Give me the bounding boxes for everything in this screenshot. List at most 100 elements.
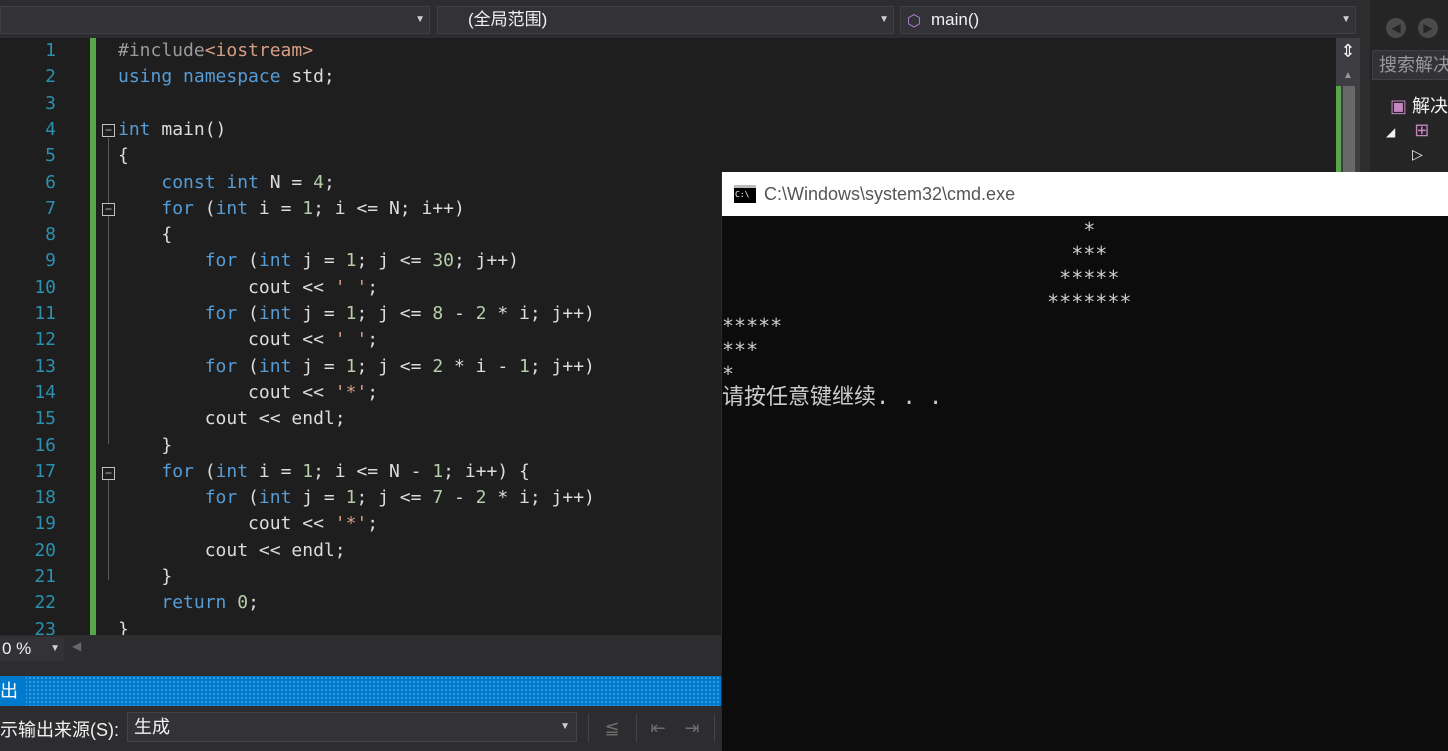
code-token: ; j <=: [356, 487, 433, 509]
code-line[interactable]: cout << '*';: [118, 513, 378, 534]
code-line[interactable]: cout << '*';: [118, 382, 378, 403]
code-line[interactable]: using namespace std;: [118, 66, 335, 87]
code-token: std;: [280, 66, 335, 88]
code-token: <iostream>: [204, 40, 314, 61]
back-icon[interactable]: ◀: [1386, 18, 1406, 38]
solution-icon: ▣: [1390, 96, 1408, 116]
line-number: 8: [45, 224, 56, 246]
code-token: return: [161, 592, 227, 614]
scope-combo-value: (全局范围): [468, 10, 548, 29]
code-line[interactable]: for (int i = 1; i <= N - 1; i++) {: [118, 461, 530, 482]
code-token: int: [215, 460, 249, 482]
code-token: int: [258, 250, 292, 272]
code-line[interactable]: cout << ' ';: [118, 277, 378, 298]
collapse-icon[interactable]: −: [102, 467, 115, 480]
scroll-left-icon[interactable]: ◀: [72, 639, 81, 653]
code-token: const: [161, 171, 216, 193]
function-combo[interactable]: ⬡ main() ▼: [900, 6, 1356, 34]
code-line[interactable]: #include<iostream>: [118, 40, 313, 61]
code-token: using: [118, 66, 173, 88]
project-tree-item[interactable]: ◢ ⊞: [1386, 120, 1429, 141]
zoom-combo[interactable]: 0 % ▼: [0, 637, 64, 661]
line-number: 15: [34, 408, 56, 430]
code-token: N =: [258, 171, 314, 193]
code-line[interactable]: }: [118, 435, 172, 456]
code-line[interactable]: }: [118, 619, 129, 635]
line-number: 16: [34, 434, 56, 456]
code-token: 7: [432, 487, 444, 509]
output-panel-titlebar[interactable]: 出: [0, 676, 721, 706]
code-token: int: [258, 303, 292, 324]
code-line[interactable]: for (int i = 1; i <= N; i++): [118, 197, 465, 219]
project-combo[interactable]: ▼: [0, 6, 430, 34]
output-panel-title: 出: [0, 676, 26, 706]
code-token: 0: [237, 592, 249, 614]
code-token: ;: [367, 513, 379, 535]
find-message-icon[interactable]: ≦: [600, 716, 624, 740]
code-token: ; i <= N; i++): [313, 197, 465, 219]
chevron-down-icon: ▼: [415, 14, 425, 25]
solution-search-input[interactable]: 搜索解决方案资源管理器: [1372, 50, 1448, 80]
code-token: }: [118, 434, 173, 456]
code-line[interactable]: {: [118, 224, 172, 245]
code-token: * i; j++): [486, 303, 595, 324]
code-token: 8: [432, 303, 444, 324]
code-line[interactable]: }: [118, 566, 172, 587]
collapse-icon[interactable]: −: [102, 203, 115, 216]
collapse-icon[interactable]: −: [102, 124, 115, 137]
code-line[interactable]: int main(): [118, 119, 226, 140]
code-token: 1: [345, 487, 357, 509]
next-message-icon[interactable]: ⇥: [680, 716, 704, 740]
cmd-icon: C:\: [734, 185, 756, 203]
console-titlebar[interactable]: C:\ C:\Windows\system32\cmd.exe: [722, 172, 1448, 216]
forward-icon[interactable]: ▶: [1418, 18, 1438, 38]
code-token: 1: [302, 197, 314, 219]
code-line[interactable]: cout << ' ';: [118, 329, 378, 350]
scope-combo[interactable]: (全局范围) ▼: [437, 6, 894, 34]
code-token: j =: [291, 487, 346, 509]
solution-tree-item[interactable]: ▣ 解决方案: [1390, 92, 1448, 118]
previous-message-icon[interactable]: ⇤: [646, 716, 670, 740]
code-line[interactable]: cout << endl;: [118, 540, 346, 561]
code-token: -: [443, 303, 476, 324]
code-line[interactable]: for (int j = 1; j <= 8 - 2 * i; j++): [118, 303, 595, 324]
code-token: ;: [367, 329, 379, 351]
code-token: 30: [432, 250, 454, 272]
line-number: 1: [45, 40, 56, 61]
solution-label: 解决方案: [1412, 96, 1448, 116]
chevron-down-icon: ▼: [879, 14, 889, 25]
line-number: 3: [45, 92, 56, 114]
code-token: cout <<: [118, 276, 335, 298]
outline-guide: [108, 480, 109, 580]
code-token: j =: [291, 250, 346, 272]
code-line[interactable]: for (int j = 1; j <= 7 - 2 * i; j++): [118, 487, 595, 508]
code-line[interactable]: return 0;: [118, 592, 259, 613]
code-line[interactable]: cout << endl;: [118, 408, 346, 429]
code-token: int: [226, 171, 259, 193]
code-token: }: [118, 618, 129, 635]
code-token: (: [237, 250, 259, 272]
code-token: 4: [313, 171, 324, 193]
code-token: for: [204, 487, 238, 509]
code-line[interactable]: {: [118, 145, 129, 166]
zoom-value: 0 %: [2, 639, 32, 658]
output-source-value: 生成: [134, 717, 170, 737]
code-line[interactable]: for (int j = 1; j <= 30; j++): [118, 250, 519, 271]
split-window-icon[interactable]: ⇕: [1336, 38, 1360, 64]
line-number: 12: [34, 329, 56, 351]
code-token: j =: [291, 355, 346, 377]
code-line[interactable]: for (int j = 1; j <= 2 * i - 1; j++): [118, 356, 595, 377]
console-window[interactable]: C:\ C:\Windows\system32\cmd.exe * *** **…: [721, 172, 1448, 751]
code-line[interactable]: const int N = 4;: [118, 171, 334, 193]
collapsed-triangle-icon[interactable]: ▷: [1412, 146, 1423, 163]
code-token: cout <<: [118, 329, 335, 351]
vs-ide-window: ▼ (全局范围) ▼ ⬡ main() ▼ − − − 1 2 3 4 5 6 7 8 9 10 1…: [0, 0, 1448, 751]
scroll-up-icon[interactable]: ▲: [1336, 66, 1360, 86]
code-token: ;: [367, 276, 379, 298]
output-source-select[interactable]: 生成 ▼: [127, 712, 577, 742]
code-token: 1: [519, 355, 530, 377]
code-token: ' ': [334, 329, 368, 351]
